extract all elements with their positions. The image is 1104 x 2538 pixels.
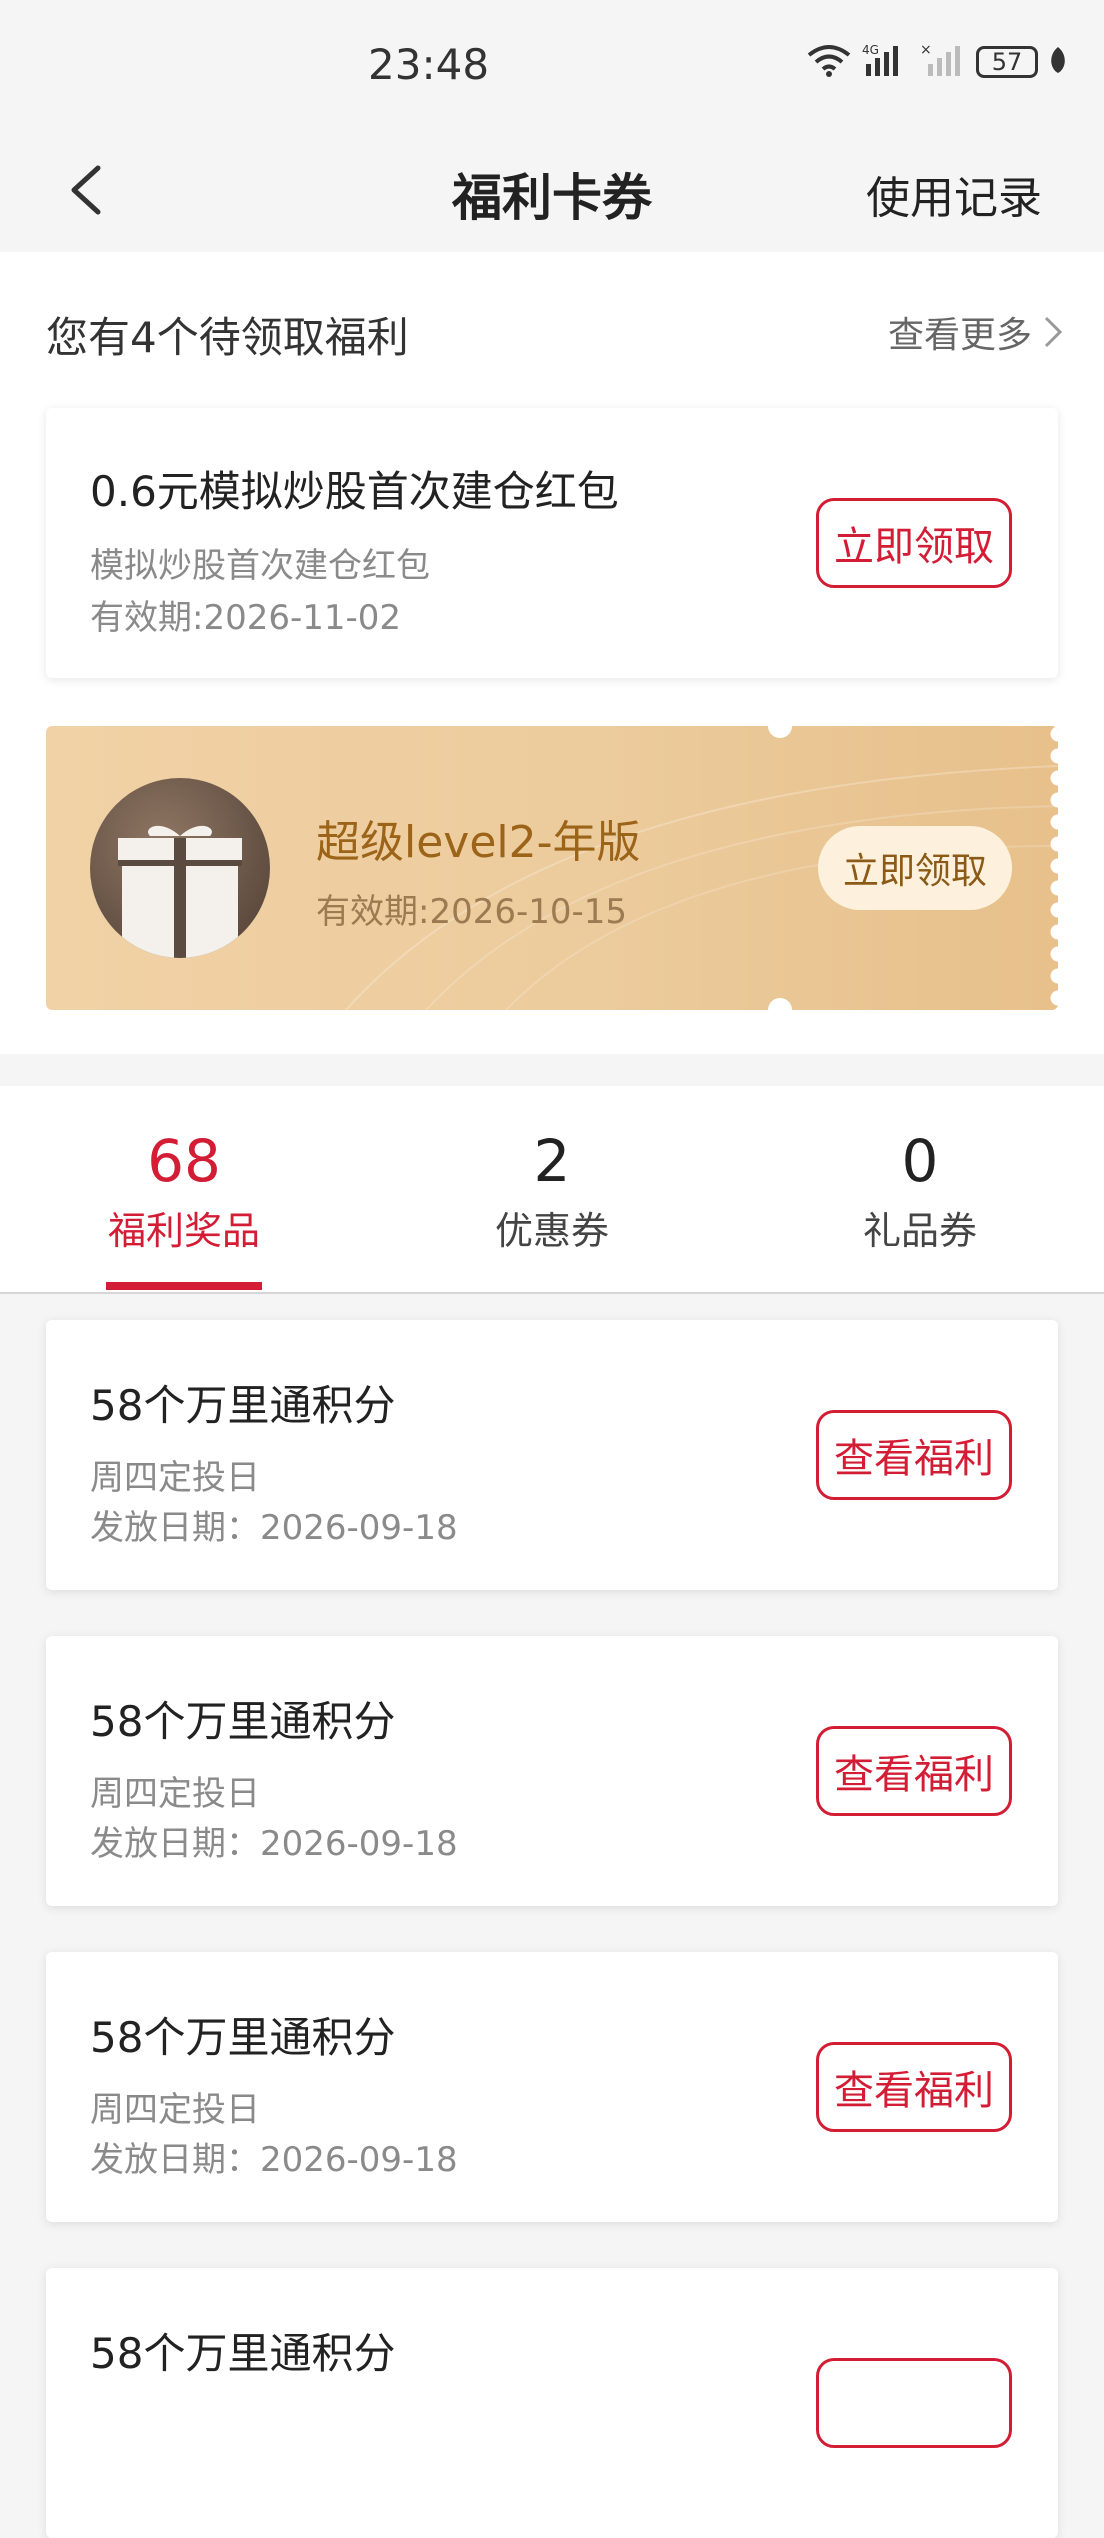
active-tab-indicator bbox=[106, 1282, 262, 1290]
nav-bar: 福利卡券 使用记录 bbox=[0, 130, 1104, 252]
list-item: 58个万里通积分 周四定投日 发放日期：2026-09-18 查看福利 bbox=[46, 1320, 1058, 1590]
see-more-label: 查看更多 bbox=[887, 315, 1032, 356]
tab-label: 福利奖品 bbox=[107, 1209, 260, 1253]
reward-title: 58个万里通积分 bbox=[90, 2329, 396, 2378]
view-benefit-button[interactable]: 查看福利 bbox=[816, 2042, 1012, 2132]
reward-desc: 周四定投日 bbox=[90, 1774, 260, 1814]
svg-text:4G: 4G bbox=[862, 43, 879, 57]
list-item: 58个万里通积分 周四定投日 发放日期：2026-09-18 查看福利 bbox=[46, 1952, 1058, 2222]
leaf-icon bbox=[1048, 45, 1068, 79]
signal-nosim-icon: × bbox=[920, 42, 966, 82]
card-validity: 有效期:2026-11-02 bbox=[90, 598, 402, 638]
tab-coupons[interactable]: 2 优惠券 bbox=[402, 1126, 702, 1255]
pending-section: 您有4个待领取福利 查看更多 0.6元模拟炒股首次建仓红包 模拟炒股首次建仓红包… bbox=[0, 252, 1104, 1054]
reward-list: 58个万里通积分 周四定投日 发放日期：2026-09-18 查看福利 58个万… bbox=[0, 1294, 1104, 2538]
reward-desc: 周四定投日 bbox=[90, 1458, 260, 1498]
reward-title: 58个万里通积分 bbox=[90, 1697, 396, 1746]
tab-gift-vouchers[interactable]: 0 礼品券 bbox=[770, 1126, 1070, 1255]
status-time: 23:48 bbox=[368, 40, 490, 89]
tab-count: 0 bbox=[901, 1127, 939, 1195]
view-benefit-button[interactable] bbox=[816, 2358, 1012, 2448]
claim-button[interactable]: 立即领取 bbox=[818, 826, 1012, 910]
card-title: 0.6元模拟炒股首次建仓红包 bbox=[90, 467, 619, 516]
reward-date: 发放日期：2026-09-18 bbox=[90, 1508, 458, 1548]
battery-icon: 57 bbox=[976, 46, 1038, 78]
card-title: 超级level2-年版 bbox=[316, 817, 641, 868]
card-validity: 有效期:2026-10-15 bbox=[316, 892, 628, 932]
ticket-perforation bbox=[1050, 726, 1058, 1010]
tab-rewards[interactable]: 68 福利奖品 bbox=[34, 1126, 334, 1255]
reward-date: 发放日期：2026-09-18 bbox=[90, 1824, 458, 1864]
reward-desc: 周四定投日 bbox=[90, 2090, 260, 2130]
see-more-link[interactable]: 查看更多 bbox=[888, 306, 1064, 358]
view-benefit-button[interactable]: 查看福利 bbox=[816, 1410, 1012, 1500]
tab-label: 优惠券 bbox=[494, 1209, 609, 1253]
pending-card-level2: 超级level2-年版 有效期:2026-10-15 立即领取 bbox=[46, 726, 1058, 1010]
svg-text:×: × bbox=[920, 42, 932, 58]
chevron-right-icon bbox=[1044, 316, 1063, 348]
card-subtitle: 模拟炒股首次建仓红包 bbox=[90, 546, 430, 586]
status-icons: 4G × 57 bbox=[806, 42, 1068, 82]
status-bar: 23:48 4G × 57 bbox=[0, 0, 1104, 130]
list-item: 58个万里通积分 周四定投日 发放日期：2026-09-18 查看福利 bbox=[46, 1636, 1058, 1906]
reward-title: 58个万里通积分 bbox=[90, 1381, 396, 1430]
tab-label: 礼品券 bbox=[862, 1209, 977, 1253]
view-benefit-button[interactable]: 查看福利 bbox=[816, 1726, 1012, 1816]
gift-icon bbox=[90, 778, 270, 958]
claim-button[interactable]: 立即领取 bbox=[816, 498, 1012, 588]
list-item: 58个万里通积分 bbox=[46, 2268, 1058, 2538]
tab-count: 68 bbox=[147, 1127, 221, 1195]
pending-card-redpacket: 0.6元模拟炒股首次建仓红包 模拟炒股首次建仓红包 有效期:2026-11-02… bbox=[46, 408, 1058, 678]
reward-title: 58个万里通积分 bbox=[90, 2013, 396, 2062]
wifi-icon bbox=[806, 43, 852, 81]
signal-4g-icon: 4G bbox=[862, 42, 910, 82]
tab-count: 2 bbox=[533, 1127, 571, 1195]
pending-title: 您有4个待领取福利 bbox=[46, 313, 409, 362]
reward-date: 发放日期：2026-09-18 bbox=[90, 2140, 458, 2180]
usage-record-link[interactable]: 使用记录 bbox=[866, 162, 1042, 226]
tab-bar: 68 福利奖品 2 优惠券 0 礼品券 bbox=[0, 1086, 1104, 1294]
